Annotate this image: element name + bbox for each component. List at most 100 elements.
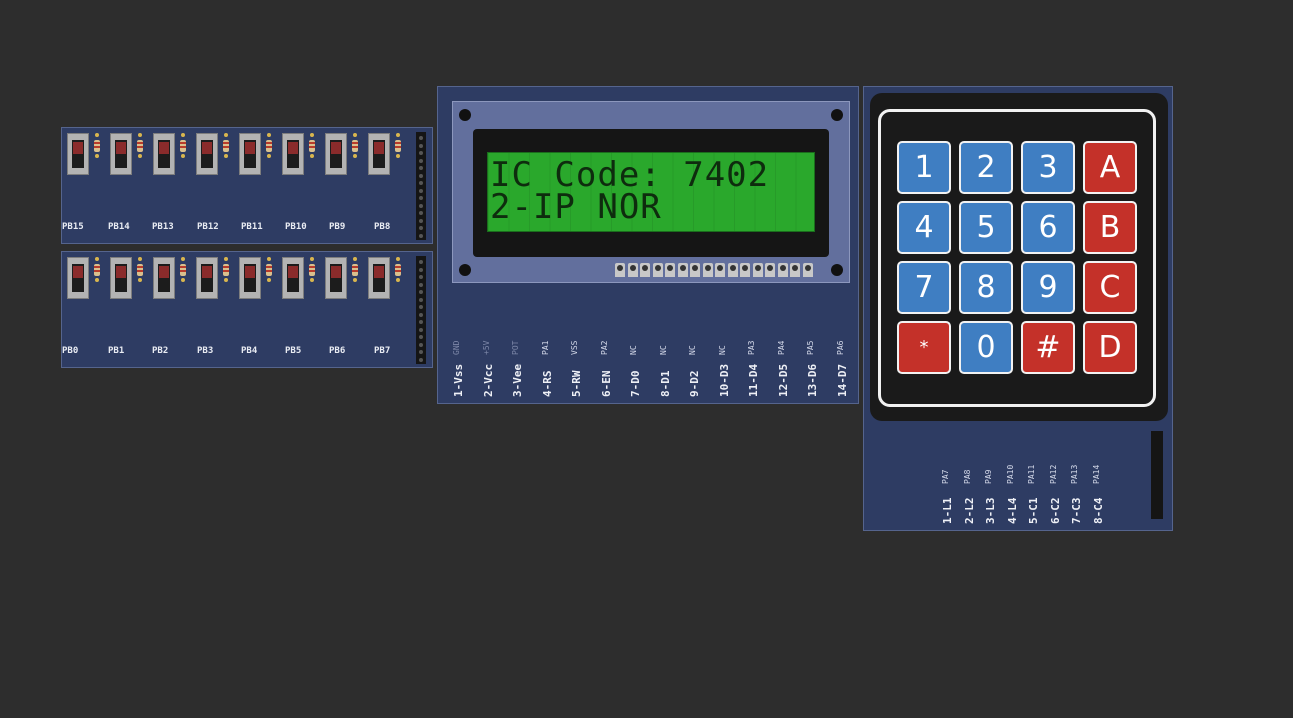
switch-knob xyxy=(73,142,83,154)
switch-body[interactable] xyxy=(325,257,347,299)
keypad-pin-label: 5-C1 PA11 xyxy=(1027,452,1047,524)
switch-label: PB9 xyxy=(329,222,346,232)
switch-body[interactable] xyxy=(368,257,390,299)
keypad-key[interactable]: B xyxy=(1083,201,1137,254)
switch-body[interactable] xyxy=(239,133,261,175)
lcd-pin-label: 3-Vee POT xyxy=(511,331,525,411)
header-pin xyxy=(802,263,813,277)
switch-label: PB8 xyxy=(374,222,391,232)
keypad-key[interactable]: * xyxy=(897,321,951,374)
header-pin xyxy=(752,263,763,277)
pin-name: 11-D4 xyxy=(747,363,760,397)
resistor-icon xyxy=(352,257,358,283)
switch-label: PB5 xyxy=(285,346,302,356)
pin-connection: NC xyxy=(658,345,668,355)
switch-slot xyxy=(330,264,342,292)
switch-body[interactable] xyxy=(196,257,218,299)
switch-body[interactable] xyxy=(368,133,390,175)
pin-connection: PA5 xyxy=(806,340,815,355)
keypad-key[interactable]: D xyxy=(1083,321,1137,374)
switch-slot xyxy=(373,264,385,292)
keypad-key[interactable]: A xyxy=(1083,141,1137,194)
lcd-pin-label: 14-D7 PA6 xyxy=(836,331,850,411)
switch-knob xyxy=(116,142,126,154)
switch-label: PB14 xyxy=(108,222,130,232)
switch-body[interactable] xyxy=(67,257,89,299)
switch-slot xyxy=(244,264,256,292)
keypad-header-strip xyxy=(1151,431,1163,519)
switch-body[interactable] xyxy=(196,133,218,175)
switch-knob xyxy=(116,266,126,278)
switch-label: PB12 xyxy=(197,222,219,232)
pin-connection: PA9 xyxy=(984,469,993,484)
switch-body[interactable] xyxy=(153,257,175,299)
keypad-pin-label: 2-L2 PA8 xyxy=(963,452,983,524)
header-strip xyxy=(416,132,426,240)
toggle-switch xyxy=(365,255,407,303)
toggle-switch xyxy=(64,255,106,303)
keypad-pin-label: 4-L4 PA10 xyxy=(1006,452,1026,524)
resistor-icon xyxy=(137,257,143,283)
keypad-key[interactable]: 1 xyxy=(897,141,951,194)
switch-knob xyxy=(245,266,255,278)
switch-body[interactable] xyxy=(282,133,304,175)
switch-body[interactable] xyxy=(325,133,347,175)
keypad-key[interactable]: 3 xyxy=(1021,141,1075,194)
header-pin xyxy=(790,263,800,277)
keypad-key[interactable]: # xyxy=(1021,321,1075,374)
toggle-switch xyxy=(150,255,192,303)
switch-label: PB4 xyxy=(241,346,258,356)
pin-connection: NC xyxy=(688,345,697,355)
resistor-icon xyxy=(266,257,272,283)
switch-slot xyxy=(287,264,299,292)
header-pin xyxy=(652,263,663,277)
switch-slot xyxy=(115,264,127,292)
pin-connection: GND xyxy=(452,340,461,355)
keypad-key[interactable]: C xyxy=(1083,261,1137,314)
switch-label: PB10 xyxy=(285,222,307,232)
switch-body[interactable] xyxy=(110,133,132,175)
switch-body[interactable] xyxy=(153,133,175,175)
pin-name: 5-RW xyxy=(570,370,583,398)
lcd-pin-label: 7-D0 NC xyxy=(629,331,643,411)
switch-label: PB1 xyxy=(108,346,125,356)
keypad-pin-label: 7-C3 PA13 xyxy=(1070,452,1090,524)
switch-knob xyxy=(159,142,169,154)
pin-name: 8-D1 xyxy=(658,370,672,398)
header-pin xyxy=(627,263,638,277)
switch-body[interactable] xyxy=(239,257,261,299)
switch-slot xyxy=(158,264,170,292)
keypad-key[interactable]: 4 xyxy=(897,201,951,254)
switch-label: PB11 xyxy=(241,222,263,232)
keypad-key[interactable]: 0 xyxy=(959,321,1013,374)
header-pin xyxy=(777,263,788,277)
switch-knob xyxy=(374,142,384,154)
pin-connection: PA1 xyxy=(540,340,550,355)
resistor-icon xyxy=(309,133,315,159)
resistor-icon xyxy=(94,133,100,159)
keypad-key[interactable]: 2 xyxy=(959,141,1013,194)
pin-connection: PA10 xyxy=(1005,464,1015,484)
keypad-key[interactable]: 9 xyxy=(1021,261,1075,314)
switch-body[interactable] xyxy=(282,257,304,299)
switch-body[interactable] xyxy=(67,133,89,175)
toggle-switch xyxy=(365,131,407,179)
switch-label: PB3 xyxy=(197,346,214,356)
toggle-switch xyxy=(193,255,235,303)
mount-hole xyxy=(831,264,843,276)
header-pin xyxy=(690,263,700,277)
header-strip xyxy=(416,256,426,364)
keypad-key[interactable]: 8 xyxy=(959,261,1013,314)
keypad-key[interactable]: 5 xyxy=(959,201,1013,254)
resistor-icon xyxy=(309,257,315,283)
resistor-icon xyxy=(223,133,229,159)
header-pin xyxy=(727,263,738,277)
keypad-key[interactable]: 6 xyxy=(1021,201,1075,254)
pin-name: 2-Vcc xyxy=(481,363,495,397)
keypad-key[interactable]: 7 xyxy=(897,261,951,314)
switch-slot xyxy=(201,140,213,168)
lcd-module-board: IC Code: 7402 2-IP NOR 1-Vss GND 2-Vcc +5V 3… xyxy=(437,86,859,404)
pin-name: 8-C4 xyxy=(1091,497,1105,525)
switch-body[interactable] xyxy=(110,257,132,299)
resistor-icon xyxy=(137,133,143,159)
